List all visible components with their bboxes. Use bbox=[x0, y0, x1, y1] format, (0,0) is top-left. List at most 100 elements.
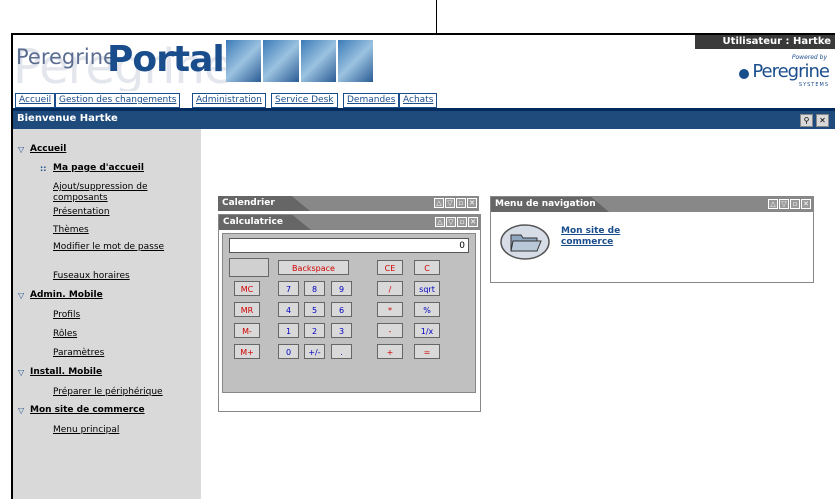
main-tabs: Accueil Gestion des changements Administ… bbox=[13, 91, 835, 111]
tab-service-desk[interactable]: Service Desk bbox=[271, 93, 338, 108]
calendar-window-controls: △ ▽ ▫ ✕ bbox=[434, 198, 477, 208]
banner-image-2 bbox=[263, 40, 299, 82]
digit-6-button[interactable]: 6 bbox=[331, 302, 352, 317]
welcome-text: Bienvenue Hartke bbox=[17, 113, 118, 124]
banner-image-1 bbox=[226, 40, 262, 82]
current-item-bullet-icon: :: bbox=[40, 164, 47, 173]
tab-achats[interactable]: Achats bbox=[399, 93, 438, 108]
tab-gestion-changements[interactable]: Gestion des changements bbox=[55, 93, 181, 108]
move-down-icon[interactable]: ▽ bbox=[779, 199, 789, 209]
minimize-icon[interactable]: ▫ bbox=[790, 199, 800, 209]
memory-recall-button[interactable]: MR bbox=[234, 302, 260, 317]
add-button[interactable]: + bbox=[377, 344, 403, 359]
decimal-button[interactable]: . bbox=[331, 344, 352, 359]
memory-minus-button[interactable]: M- bbox=[234, 323, 260, 338]
percent-button[interactable]: % bbox=[414, 302, 440, 317]
multiply-button[interactable]: * bbox=[377, 302, 403, 317]
collapse-triangle-icon[interactable]: ▽ bbox=[18, 145, 24, 154]
brand-name: Peregrine bbox=[752, 61, 830, 82]
digit-8-button[interactable]: 8 bbox=[304, 281, 325, 296]
logo-peregrine-text: Peregrine bbox=[16, 45, 116, 69]
digit-1-button[interactable]: 1 bbox=[278, 323, 299, 338]
sidebar-group-install-mobile[interactable]: Install. Mobile bbox=[30, 367, 102, 378]
navigation-window-controls: △ ▽ ▫ ✕ bbox=[768, 199, 811, 209]
calculator-window-controls: △ ▽ ▫ ✕ bbox=[435, 217, 478, 227]
clear-entry-button[interactable]: CE bbox=[377, 260, 403, 275]
welcome-icons: ⚲ ✕ bbox=[800, 114, 829, 127]
close-icon[interactable]: ✕ bbox=[816, 114, 829, 127]
user-label: Utilisateur : Hartke bbox=[722, 36, 831, 47]
header: Peregrine Peregrine Portal Utilisateur :… bbox=[13, 35, 835, 91]
memory-clear-button[interactable]: MC bbox=[234, 281, 260, 296]
powered-by-text: Powered by bbox=[791, 54, 827, 61]
backspace-button[interactable]: Backspace bbox=[278, 260, 349, 275]
calculator-body: 0 Backspace CE C MC 7 8 9 / sqrt MR 4 5 … bbox=[222, 233, 476, 393]
collapse-triangle-icon[interactable]: ▽ bbox=[18, 368, 24, 377]
tab-accueil[interactable]: Accueil bbox=[15, 93, 56, 108]
sidebar-item-ajout-suppression[interactable]: Ajout/suppression de composants bbox=[53, 182, 183, 204]
collapse-triangle-icon[interactable]: ▽ bbox=[18, 291, 24, 300]
navigation-panel: Menu de navigation △ ▽ ▫ ✕ Mon site de c… bbox=[490, 196, 814, 283]
brand-logo-icon bbox=[739, 69, 750, 79]
digit-0-button[interactable]: 0 bbox=[278, 344, 299, 359]
powered-by-logo: Powered by Peregrine SYSTEMS bbox=[739, 54, 830, 88]
calendar-panel: Calendrier △ ▽ ▫ ✕ bbox=[218, 196, 479, 211]
sidebar-item-ma-page[interactable]: Ma page d'accueil bbox=[53, 163, 144, 174]
navigation-title: Menu de navigation bbox=[491, 197, 609, 212]
sidebar-item-roles[interactable]: Rôles bbox=[53, 329, 77, 340]
divide-button[interactable]: / bbox=[377, 281, 403, 296]
mon-site-de-commerce-link[interactable]: Mon site de commerce bbox=[561, 226, 641, 248]
sidebar-group-mon-site[interactable]: Mon site de commerce bbox=[30, 405, 145, 416]
close-icon[interactable]: ✕ bbox=[801, 199, 811, 209]
sqrt-button[interactable]: sqrt bbox=[414, 281, 440, 296]
move-up-icon[interactable]: △ bbox=[435, 217, 445, 227]
sidebar-item-preparer-peripherique[interactable]: Préparer le périphérique bbox=[53, 387, 163, 398]
sidebar-group-admin-mobile[interactable]: Admin. Mobile bbox=[30, 290, 103, 301]
logo-portal-text: Portal bbox=[107, 39, 225, 80]
portal-window: Peregrine Peregrine Portal Utilisateur :… bbox=[11, 33, 835, 499]
minimize-icon[interactable]: ▫ bbox=[456, 198, 466, 208]
sidebar-item-menu-principal[interactable]: Menu principal bbox=[53, 425, 119, 436]
banner-image-4 bbox=[337, 40, 373, 82]
banner-image-3 bbox=[300, 40, 336, 82]
subtract-button[interactable]: - bbox=[377, 323, 403, 338]
move-up-icon[interactable]: △ bbox=[434, 198, 444, 208]
reciprocal-button[interactable]: 1/x bbox=[414, 323, 440, 338]
sidebar: ▽ Accueil :: Ma page d'accueil Ajout/sup… bbox=[13, 129, 201, 499]
search-icon[interactable]: ⚲ bbox=[800, 114, 813, 127]
main-content: Calendrier △ ▽ ▫ ✕ Calculatrice △ ▽ ▫ ✕ … bbox=[201, 129, 835, 499]
tab-demandes[interactable]: Demandes bbox=[343, 93, 400, 108]
move-down-icon[interactable]: ▽ bbox=[446, 217, 456, 227]
sidebar-item-profils[interactable]: Profils bbox=[53, 310, 80, 321]
memory-indicator bbox=[229, 258, 269, 277]
calculator-panel: Calculatrice △ ▽ ▫ ✕ 0 Backspace CE C MC… bbox=[218, 214, 481, 412]
brand-subtitle: SYSTEMS bbox=[798, 82, 829, 88]
clear-button[interactable]: C bbox=[414, 260, 440, 275]
tab-administration[interactable]: Administration bbox=[192, 93, 266, 108]
sidebar-group-accueil[interactable]: Accueil bbox=[30, 144, 66, 155]
digit-9-button[interactable]: 9 bbox=[331, 281, 352, 296]
sidebar-item-presentation[interactable]: Présentation bbox=[53, 207, 110, 218]
digit-4-button[interactable]: 4 bbox=[278, 302, 299, 317]
sidebar-item-themes[interactable]: Thèmes bbox=[53, 225, 89, 236]
minimize-icon[interactable]: ▫ bbox=[457, 217, 467, 227]
welcome-bar: Bienvenue Hartke ⚲ ✕ bbox=[13, 111, 835, 129]
close-icon[interactable]: ✕ bbox=[467, 198, 477, 208]
sign-toggle-button[interactable]: +/- bbox=[304, 344, 325, 359]
digit-3-button[interactable]: 3 bbox=[331, 323, 352, 338]
equals-button[interactable]: = bbox=[414, 344, 440, 359]
collapse-triangle-icon[interactable]: ▽ bbox=[18, 406, 24, 415]
header-banner-images bbox=[226, 40, 373, 82]
close-icon[interactable]: ✕ bbox=[468, 217, 478, 227]
calculator-display: 0 bbox=[229, 238, 469, 253]
memory-plus-button[interactable]: M+ bbox=[234, 344, 260, 359]
move-up-icon[interactable]: △ bbox=[768, 199, 778, 209]
folder-icon[interactable] bbox=[499, 223, 551, 261]
digit-5-button[interactable]: 5 bbox=[304, 302, 325, 317]
digit-7-button[interactable]: 7 bbox=[278, 281, 299, 296]
sidebar-item-parametres[interactable]: Paramètres bbox=[53, 348, 104, 359]
move-down-icon[interactable]: ▽ bbox=[445, 198, 455, 208]
sidebar-item-modifier-mot-de-passe[interactable]: Modifier le mot de passe bbox=[53, 242, 168, 253]
sidebar-item-fuseaux-horaires[interactable]: Fuseaux horaires bbox=[53, 271, 130, 282]
digit-2-button[interactable]: 2 bbox=[304, 323, 325, 338]
